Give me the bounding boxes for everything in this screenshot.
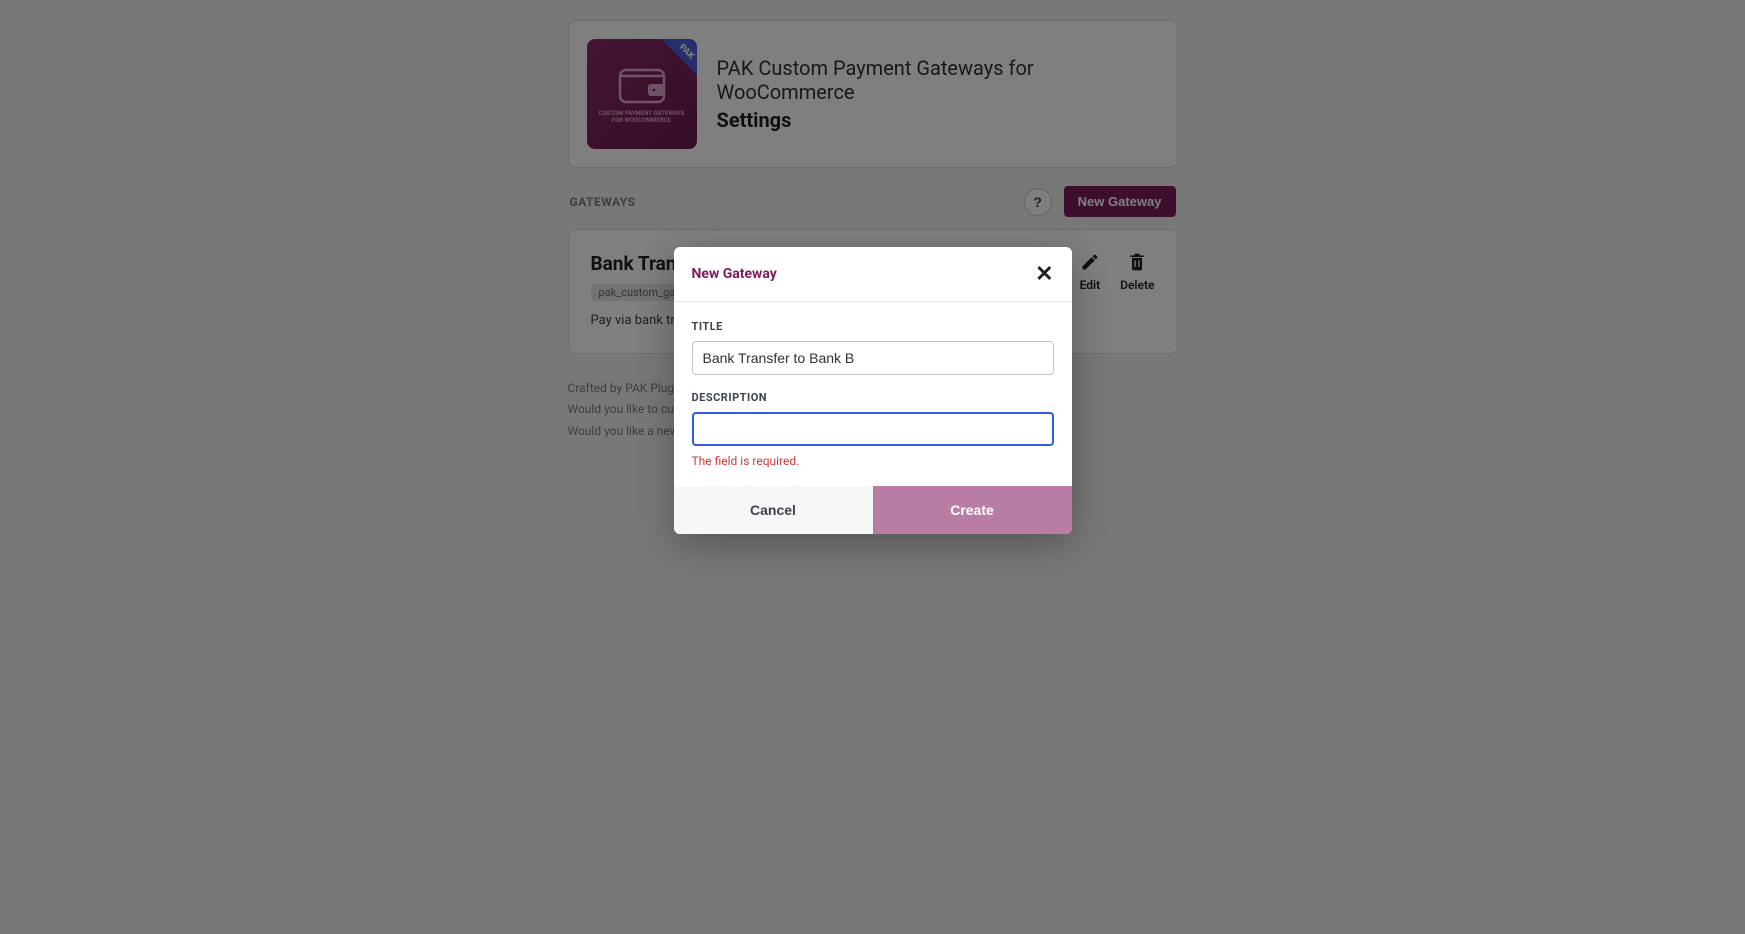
create-button[interactable]: Create xyxy=(873,486,1072,534)
description-label: DESCRIPTION xyxy=(692,391,1054,404)
close-button[interactable]: ✕ xyxy=(1035,263,1053,285)
modal-overlay[interactable]: New Gateway ✕ TITLE DESCRIPTION The fiel… xyxy=(0,0,1745,934)
title-label: TITLE xyxy=(692,320,1054,333)
title-input[interactable] xyxy=(692,341,1054,375)
title-field-group: TITLE xyxy=(692,320,1054,375)
description-input[interactable] xyxy=(692,412,1054,446)
description-error: The field is required. xyxy=(692,454,1054,468)
modal-body: TITLE DESCRIPTION The field is required. xyxy=(674,302,1072,486)
modal-footer: Cancel Create xyxy=(674,486,1072,534)
modal-header: New Gateway ✕ xyxy=(674,247,1072,302)
description-field-group: DESCRIPTION The field is required. xyxy=(692,391,1054,468)
new-gateway-modal: New Gateway ✕ TITLE DESCRIPTION The fiel… xyxy=(674,247,1072,534)
cancel-button[interactable]: Cancel xyxy=(674,486,873,534)
modal-title: New Gateway xyxy=(692,266,777,282)
